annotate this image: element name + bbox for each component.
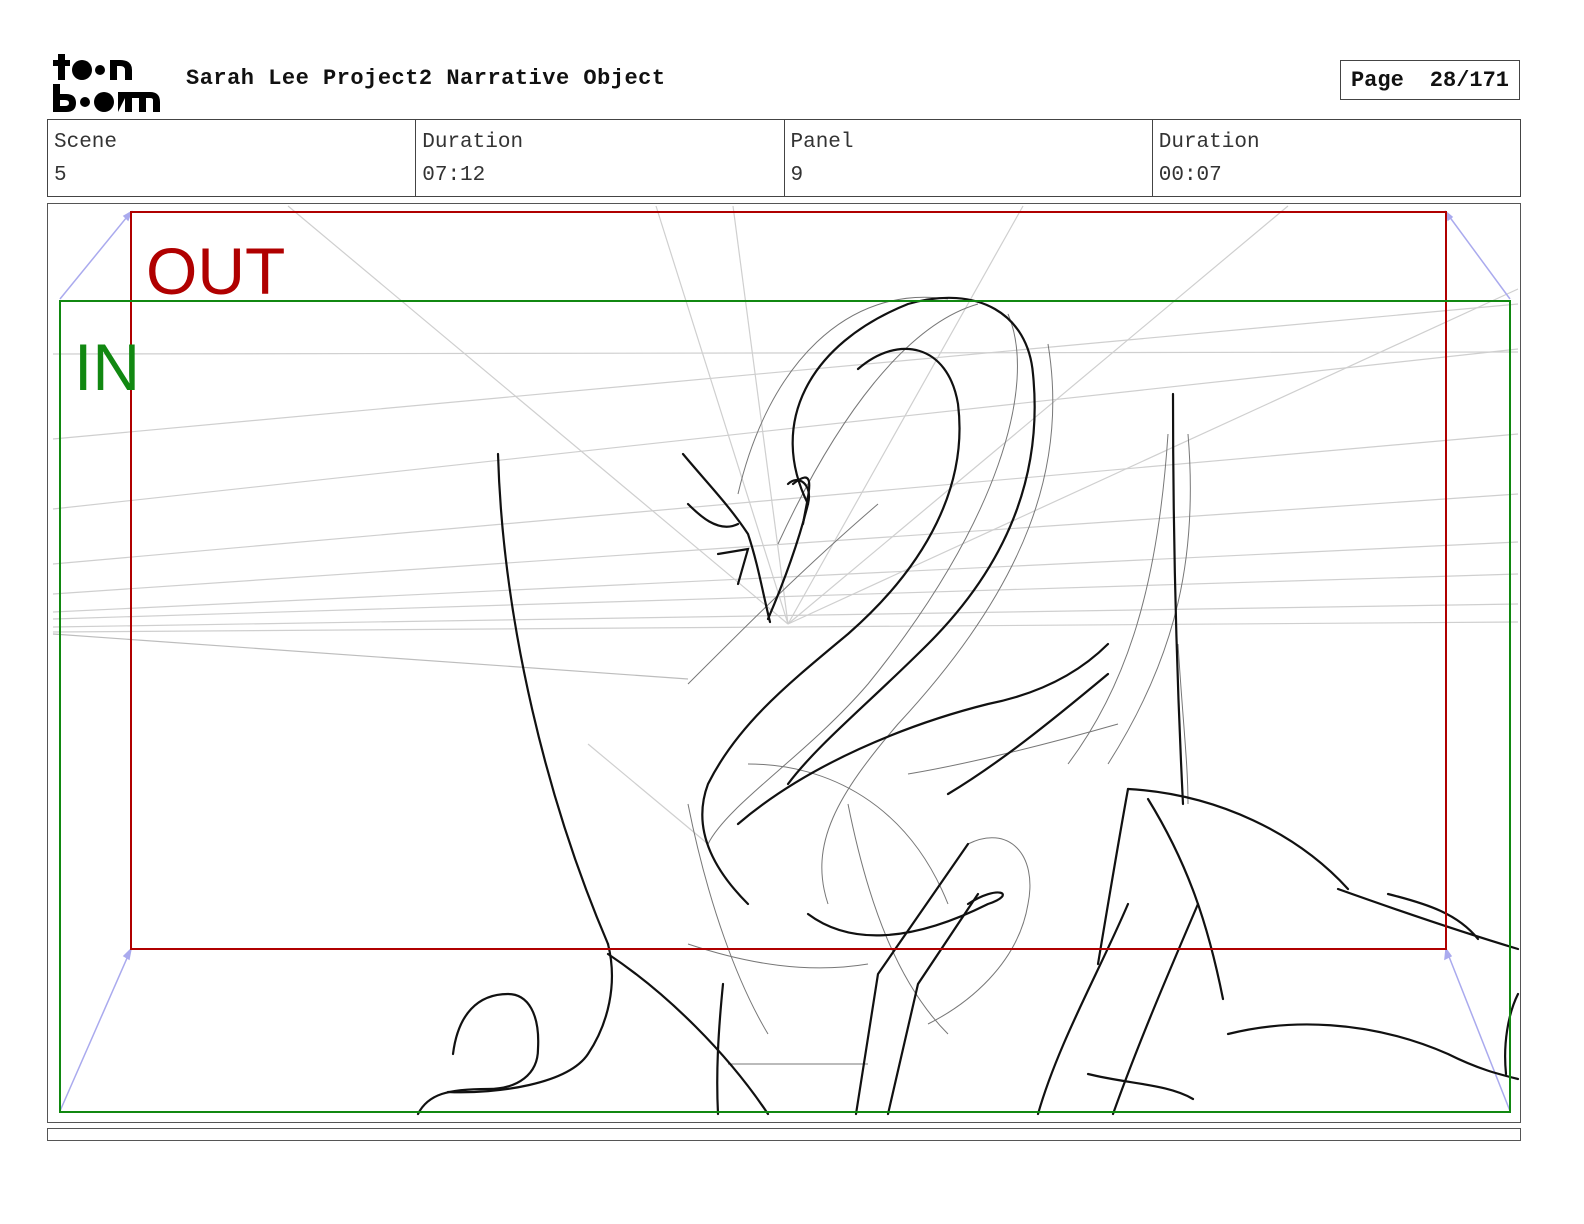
camera-out-frame: OUT <box>130 211 1447 950</box>
toon-boom-logo <box>53 54 160 112</box>
scene-duration-cell: Duration 07:12 <box>416 120 785 196</box>
panel-label: Panel <box>790 131 854 154</box>
panel-duration-value: 00:07 <box>1158 164 1222 187</box>
camera-motion-arrows <box>59 209 1511 1112</box>
camera-out-label: OUT <box>146 234 285 308</box>
panel-cell: Panel 9 <box>785 120 1153 196</box>
scene-info-table: Scene 5 Duration 07:12 Panel 9 Duration … <box>47 119 1521 197</box>
camera-in-frame: IN <box>59 300 1511 1113</box>
project-title: Sarah Lee Project2 Narrative Object <box>186 66 666 91</box>
panel-value: 9 <box>790 164 804 187</box>
panel-artwork: OUT IN <box>52 205 1520 1116</box>
camera-in-label: IN <box>74 330 140 404</box>
scene-duration-label: Duration <box>422 131 524 154</box>
scene-value: 5 <box>54 164 67 187</box>
panel-duration-label: Duration <box>1158 131 1260 154</box>
panel-duration-cell: Duration 00:07 <box>1153 120 1520 196</box>
page-label: Page <box>1350 67 1404 93</box>
scene-label: Scene <box>54 131 118 154</box>
scene-cell: Scene 5 <box>48 120 417 196</box>
dragon-main-strokes <box>416 296 1520 1116</box>
scene-duration-value: 07:12 <box>422 164 486 187</box>
page-number: 28/171 <box>1429 67 1510 93</box>
panel-notes-bar <box>47 1128 1521 1141</box>
page-indicator: Page 28/171 <box>1340 60 1520 100</box>
storyboard-panel: OUT IN <box>47 203 1521 1123</box>
